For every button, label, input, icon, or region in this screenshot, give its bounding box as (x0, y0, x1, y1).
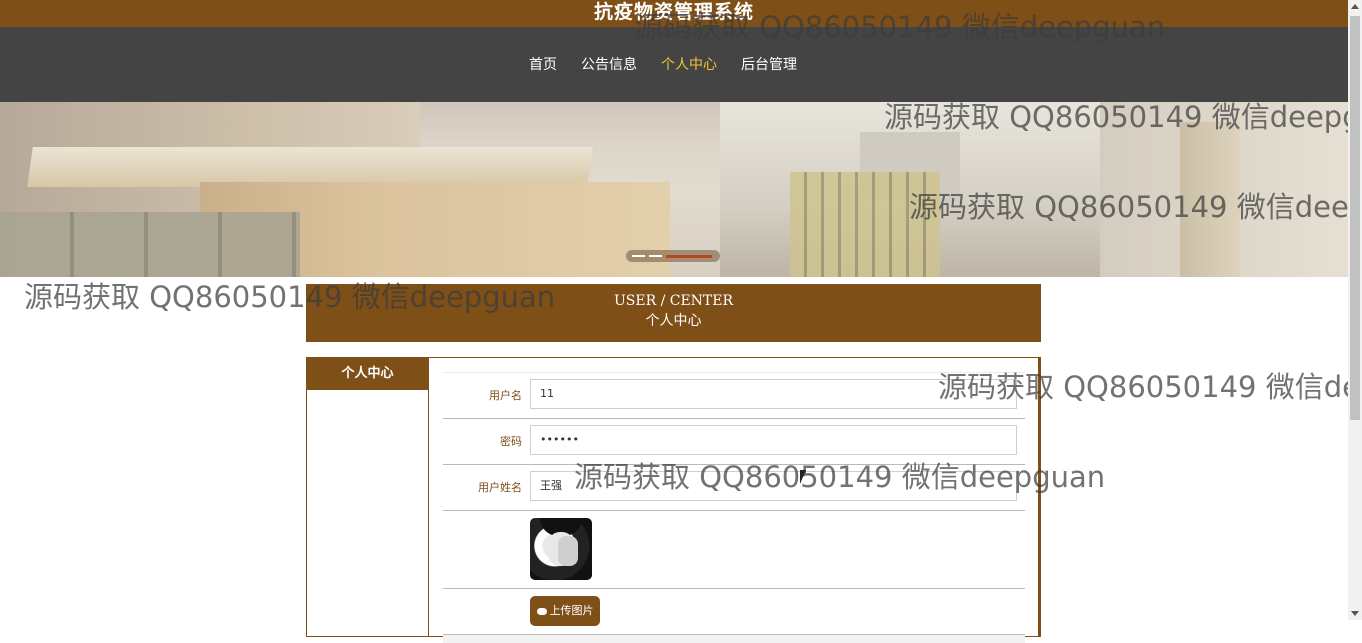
nav-notices[interactable]: 公告信息 (569, 55, 649, 75)
mouse-cursor (800, 470, 806, 484)
form-row-password: 密码 •••••• (443, 419, 1025, 465)
section-header: USER / CENTER 个人中心 (306, 284, 1041, 342)
upload-button-label: 上传图片 (549, 604, 594, 617)
cloud-upload-icon (536, 608, 547, 615)
scrollbar-thumb[interactable] (1350, 16, 1360, 420)
nav-user-center[interactable]: 个人中心 (649, 55, 729, 75)
username-input[interactable]: 11 (530, 379, 1017, 409)
banner-door (1180, 122, 1240, 277)
profile-form: 用户名 11 密码 •••••• 用户姓名 王强 上传图片 (443, 372, 1025, 643)
section-title-cn: 个人中心 (645, 313, 702, 329)
form-row-realname: 用户姓名 王强 (443, 465, 1025, 511)
username-label: 用户名 (489, 389, 522, 402)
carousel-dot-1[interactable] (632, 255, 645, 257)
vertical-scrollbar[interactable] (1348, 0, 1362, 620)
realname-label: 用户姓名 (478, 481, 522, 494)
upload-image-button[interactable]: 上传图片 (530, 596, 600, 626)
password-label: 密码 (500, 435, 522, 448)
top-title-bar: 抗疫物资管理系统 (0, 0, 1348, 27)
section-title-en: USER / CENTER (613, 293, 734, 309)
form-row-avatar (443, 511, 1025, 589)
nav-home[interactable]: 首页 (517, 55, 569, 75)
main-nav: 首页 公告信息 个人中心 后台管理 (0, 27, 1348, 102)
nav-admin[interactable]: 后台管理 (729, 55, 809, 75)
nav-list: 首页 公告信息 个人中心 后台管理 (517, 55, 809, 75)
carousel-dot-2[interactable] (649, 255, 662, 257)
sidebar: 个人中心 (307, 358, 429, 636)
password-input[interactable]: •••••• (530, 425, 1017, 455)
carousel-dot-3[interactable] (666, 254, 712, 258)
avatar-hand (558, 536, 578, 566)
form-row-upload: 上传图片 (443, 589, 1025, 635)
scroll-up-arrow-icon[interactable] (1351, 4, 1359, 9)
carousel-indicators (626, 250, 720, 262)
scroll-down-arrow-icon[interactable] (1351, 611, 1359, 616)
banner-chairs-left (0, 212, 300, 277)
sidebar-item-user-center[interactable]: 个人中心 (307, 358, 428, 390)
banner-chairs (790, 172, 940, 277)
avatar (530, 518, 592, 580)
user-center-panel: 个人中心 用户名 11 密码 •••••• 用户姓名 王强 上传图片 (306, 357, 1041, 643)
site-title: 抗疫物资管理系统 (593, 1, 754, 23)
form-row-username: 用户名 11 (443, 373, 1025, 419)
realname-input[interactable]: 王强 (530, 471, 1017, 501)
banner-counter-top (27, 147, 593, 187)
